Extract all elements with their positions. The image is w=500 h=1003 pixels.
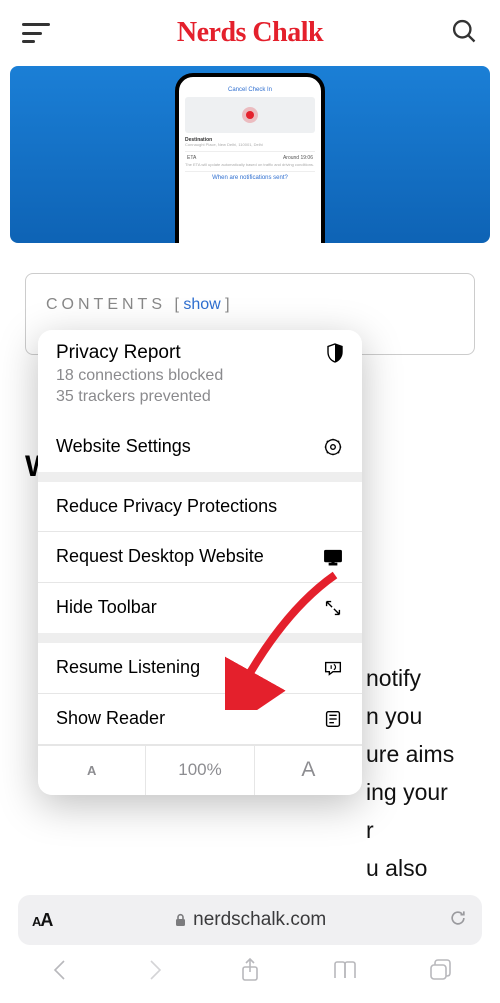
phone-dest-value: Connaught Place, New Delhi, 110001, Delh…: [185, 143, 315, 148]
phone-eta-label: ETA: [187, 155, 196, 161]
contents-show: show: [183, 296, 220, 313]
phone-map: [185, 97, 315, 133]
speech-audio-icon: [322, 657, 344, 679]
contents-label: CONTENTS: [46, 296, 166, 313]
zoom-out-button[interactable]: A: [38, 746, 146, 795]
article-body-fragment: notifyn youure aimsing yourru alsor-base…: [360, 660, 480, 926]
resume-listening-item[interactable]: Resume Listening: [38, 643, 362, 694]
privacy-line1: 18 connections blocked: [56, 366, 344, 387]
show-reader-label: Show Reader: [56, 708, 165, 729]
website-settings-label: Website Settings: [56, 436, 191, 457]
hide-toolbar-item[interactable]: Hide Toolbar: [38, 583, 362, 633]
privacy-report-title: Privacy Report: [56, 342, 181, 364]
page-settings-menu: Privacy Report 18 connections blocked 35…: [38, 330, 362, 795]
forward-button[interactable]: [139, 954, 171, 986]
reload-button[interactable]: [448, 908, 468, 933]
browser-chrome: AA nerdschalk.com: [0, 889, 500, 1003]
bookmarks-button[interactable]: [329, 954, 361, 986]
request-desktop-label: Request Desktop Website: [56, 546, 264, 567]
request-desktop-item[interactable]: Request Desktop Website: [38, 532, 362, 583]
desktop-icon: [322, 546, 344, 568]
phone-cancel: Cancel Check In: [185, 87, 315, 93]
phone-notif-link: When are notifications sent?: [185, 171, 315, 181]
privacy-report-item[interactable]: Privacy Report 18 connections blocked 35…: [38, 330, 362, 422]
reduce-privacy-label: Reduce Privacy Protections: [56, 496, 277, 517]
site-brand: Nerds Chalk: [177, 17, 323, 49]
url-bar[interactable]: AA nerdschalk.com: [18, 895, 482, 945]
shield-icon: [326, 343, 344, 363]
reader-icon: [322, 708, 344, 730]
phone-mockup: Cancel Check In Destination Connaught Pl…: [175, 73, 325, 243]
share-button[interactable]: [234, 954, 266, 986]
phone-eta-value: Around 19:06: [283, 155, 313, 161]
zoom-level[interactable]: 100%: [146, 746, 254, 795]
show-reader-item[interactable]: Show Reader: [38, 694, 362, 745]
expand-icon: [322, 597, 344, 619]
website-settings-item[interactable]: Website Settings: [38, 422, 362, 472]
resume-listening-label: Resume Listening: [56, 657, 200, 678]
url-domain: nerdschalk.com: [62, 909, 438, 931]
hero-image: Cancel Check In Destination Connaught Pl…: [10, 66, 490, 243]
zoom-in-button[interactable]: A: [255, 746, 362, 795]
hide-toolbar-label: Hide Toolbar: [56, 597, 157, 618]
phone-eta-note: The ETA will update automatically based …: [185, 163, 315, 168]
search-button[interactable]: [450, 17, 478, 50]
lock-icon: [174, 913, 187, 928]
gear-icon: [322, 436, 344, 458]
tabs-button[interactable]: [424, 954, 456, 986]
privacy-line2: 35 trackers prevented: [56, 387, 344, 408]
menu-button[interactable]: [22, 23, 50, 43]
reduce-privacy-item[interactable]: Reduce Privacy Protections: [38, 482, 362, 532]
text-size-button[interactable]: AA: [32, 910, 52, 931]
back-button[interactable]: [44, 954, 76, 986]
